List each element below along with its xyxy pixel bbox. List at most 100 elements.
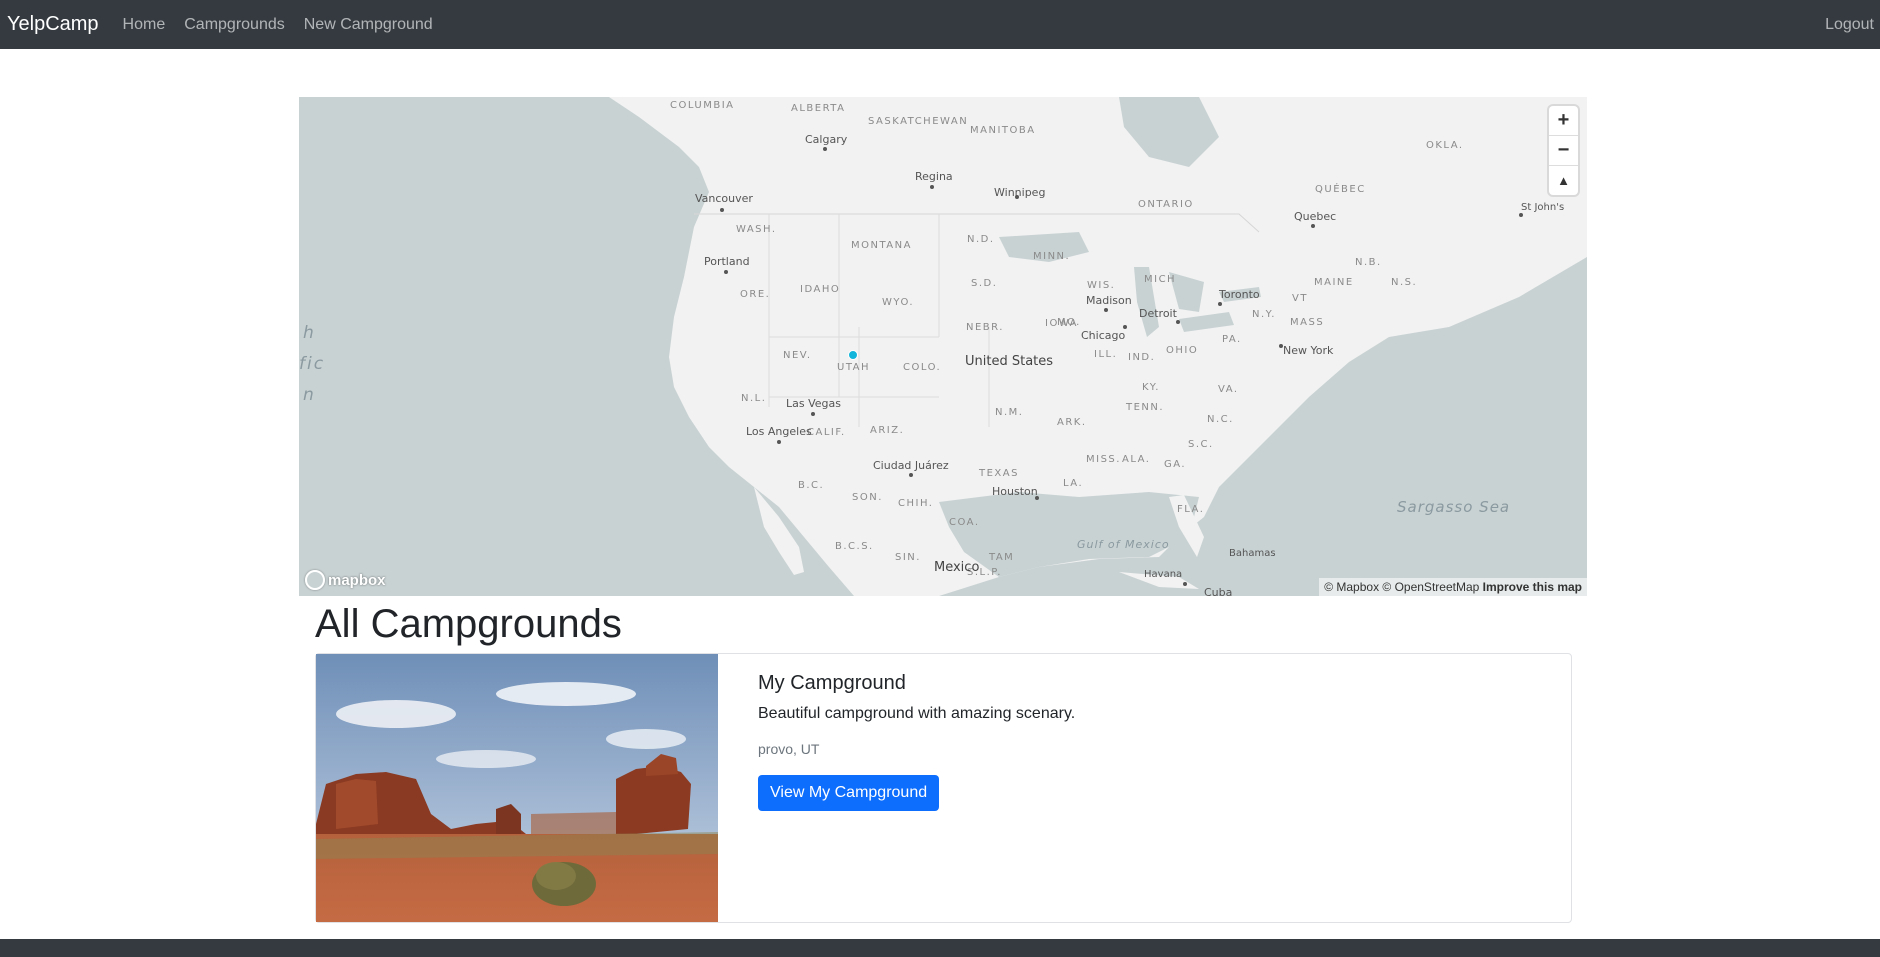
map-label: COA. xyxy=(949,517,980,528)
map-label: N.S. xyxy=(1391,277,1418,288)
city-dot xyxy=(823,147,827,151)
map-label: OKLA. xyxy=(1426,140,1464,151)
map-label: MANITOBA xyxy=(970,125,1036,136)
city-label: Houston xyxy=(992,485,1038,498)
map-label: KY. xyxy=(1142,382,1160,393)
map-label: FLA. xyxy=(1177,504,1205,515)
map-label: N.L. xyxy=(741,393,767,404)
map-label: NEBR. xyxy=(966,322,1004,333)
map-label: ARIZ. xyxy=(870,425,905,436)
map-label: ILL. xyxy=(1094,349,1118,360)
map-label: TAM xyxy=(989,552,1015,563)
map-label: LA. xyxy=(1063,478,1084,489)
brand-link[interactable]: YelpCamp xyxy=(7,13,99,36)
map-label: GA. xyxy=(1164,459,1187,470)
nav-new-campground-link[interactable]: New Campground xyxy=(304,16,433,34)
map-label: ARK. xyxy=(1057,417,1087,428)
map-label: N.Y. xyxy=(1252,309,1276,320)
campground-description: Beautiful campground with amazing scenar… xyxy=(758,705,1076,722)
city-dot xyxy=(1311,224,1315,228)
city-label: Detroit xyxy=(1139,307,1177,320)
city-label: St John's xyxy=(1521,202,1565,213)
city-dot xyxy=(1519,213,1523,217)
map-label: SON. xyxy=(852,492,883,503)
map-attribution: © Mapbox © OpenStreetMap Improve this ma… xyxy=(1319,578,1587,596)
page-title: All Campgrounds xyxy=(315,602,622,646)
map-label: VA. xyxy=(1218,384,1239,395)
map-label: TEXAS xyxy=(979,468,1019,479)
city-label: Ciudad Juárez xyxy=(873,459,949,472)
ocean-label-3: n xyxy=(303,385,316,405)
map-label: COLUMBIA xyxy=(670,100,735,111)
campground-title: My Campground xyxy=(758,672,906,694)
map-label: TENN. xyxy=(1126,402,1165,413)
view-campground-button[interactable]: View My Campground xyxy=(758,775,940,811)
water-label: Gulf of Mexico xyxy=(1077,538,1170,551)
compass-button[interactable]: ▲ xyxy=(1549,166,1578,195)
map-label: B.C. xyxy=(798,480,825,491)
map-label: MINN. xyxy=(1033,251,1071,262)
city-dot xyxy=(930,185,934,189)
map-label: N.M. xyxy=(995,407,1024,418)
ocean-label-2: fic xyxy=(299,354,326,374)
city-label: Portland xyxy=(704,255,750,268)
footer xyxy=(0,939,1880,957)
map-label: NEV. xyxy=(783,350,812,361)
water-label: Sargasso Sea xyxy=(1397,498,1511,516)
map-label: B.C.S. xyxy=(835,541,874,552)
mapbox-logo[interactable]: mapbox xyxy=(305,570,386,590)
zoom-out-button[interactable]: − xyxy=(1549,136,1578,166)
city-label: Madison xyxy=(1086,294,1132,307)
map-label: IDAHO xyxy=(800,284,841,295)
city-dot xyxy=(720,208,724,212)
campground-marker[interactable] xyxy=(848,350,858,360)
city-label: Chicago xyxy=(1081,329,1126,342)
cluster-map[interactable]: h fic n COLUMBIA ALBERTA SASKATCHEWAN MA… xyxy=(299,97,1587,596)
map-navigation-control: + − ▲ xyxy=(1549,106,1578,195)
logout-link[interactable]: Logout xyxy=(1825,16,1874,34)
map-label: ALBERTA xyxy=(791,103,846,114)
city-dot xyxy=(1104,308,1108,312)
map-label: N.C. xyxy=(1207,414,1234,425)
campground-card-body: My Campground Beautiful campground with … xyxy=(758,672,1075,811)
map-label: ALA. xyxy=(1122,454,1151,465)
city-dot xyxy=(777,440,781,444)
mapbox-logo-text: mapbox xyxy=(328,571,386,589)
campground-card: My Campground Beautiful campground with … xyxy=(315,653,1572,923)
map-label: COLO. xyxy=(903,362,942,373)
improve-map-link[interactable]: Improve this map xyxy=(1483,580,1582,594)
nav-home-link[interactable]: Home xyxy=(123,16,166,34)
city-dot xyxy=(909,473,913,477)
map-label: WASH. xyxy=(736,224,777,235)
city-dot xyxy=(811,412,815,416)
city-label: Los Angeles xyxy=(746,425,812,438)
attribution-text[interactable]: © Mapbox © OpenStreetMap xyxy=(1324,580,1479,594)
zoom-in-button[interactable]: + xyxy=(1549,106,1578,136)
city-label: New York xyxy=(1283,344,1334,357)
city-label: Havana xyxy=(1144,569,1183,580)
map-label: OHIO xyxy=(1166,345,1199,356)
city-label: Bahamas xyxy=(1229,548,1276,559)
city-label: Calgary xyxy=(805,133,848,146)
map-label: VT xyxy=(1292,293,1308,304)
city-dot xyxy=(724,270,728,274)
map-label: SASKATCHEWAN xyxy=(868,116,969,127)
map-label: S.D. xyxy=(971,278,998,289)
map-label: ORE. xyxy=(740,289,771,300)
country-label: United States xyxy=(965,354,1054,369)
campground-location: provo, UT xyxy=(758,741,820,757)
map-label: MONTANA xyxy=(851,240,912,251)
map-label: N.B. xyxy=(1355,257,1382,268)
city-label: Toronto xyxy=(1219,288,1260,301)
navbar: YelpCamp Home Campgrounds New Campground… xyxy=(0,0,1880,49)
city-dot xyxy=(1176,320,1180,324)
country-label: Mexico xyxy=(934,560,980,575)
nav-campgrounds-link[interactable]: Campgrounds xyxy=(184,16,285,34)
city-label: Vancouver xyxy=(695,192,753,205)
map-label: WYO. xyxy=(882,297,915,308)
map-label: CHIH. xyxy=(898,498,934,509)
map-label: SIN. xyxy=(895,552,921,563)
city-label: Winnipeg xyxy=(994,186,1046,199)
map-label: ONTARIO xyxy=(1138,199,1194,210)
map-label: MAINE xyxy=(1314,277,1354,288)
